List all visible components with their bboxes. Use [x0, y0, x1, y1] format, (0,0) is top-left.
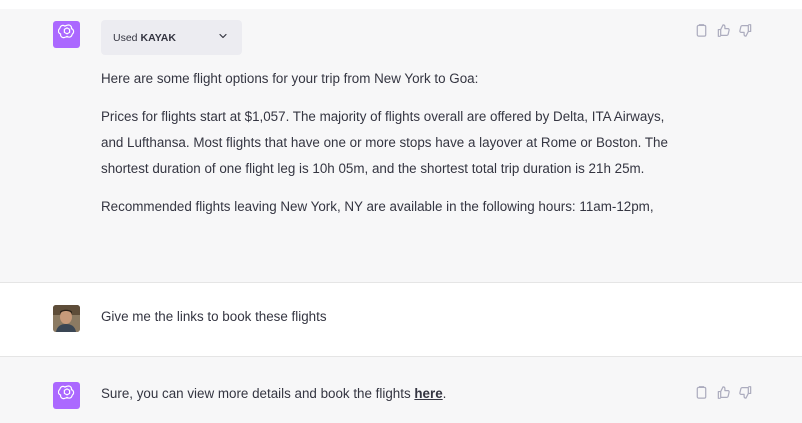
- clipboard-icon[interactable]: [694, 385, 709, 400]
- message-text: Give me the links to book these flights: [101, 309, 327, 324]
- openai-logo-icon: [57, 384, 76, 407]
- openai-logo-icon: [57, 23, 76, 46]
- message-paragraph: Recommended flights leaving New York, NY…: [101, 199, 654, 214]
- assistant-avatar: [53, 21, 80, 48]
- chevron-down-icon: [218, 31, 228, 44]
- thumbs-up-icon[interactable]: [716, 385, 731, 400]
- plugin-name: KAYAK: [140, 31, 176, 44]
- plugin-used-label: Used: [113, 31, 138, 44]
- thumbs-down-icon[interactable]: [738, 385, 753, 400]
- message-paragraph: Prices for flights start at $1,057. The …: [101, 109, 668, 176]
- message-actions: [694, 385, 753, 400]
- user-message-body: Give me the links to book these flights: [101, 304, 701, 330]
- assistant-message: Sure, you can view more details and book…: [0, 356, 802, 423]
- message-paragraph: Here are some flight options for your tr…: [101, 71, 479, 86]
- assistant-message-body: Here are some flight options for your tr…: [101, 66, 701, 220]
- message-actions: [694, 23, 753, 38]
- user-avatar: [53, 305, 80, 332]
- plugin-used-dropdown[interactable]: Used KAYAK: [101, 20, 242, 55]
- thumbs-down-icon[interactable]: [738, 23, 753, 38]
- booking-link[interactable]: here: [414, 386, 442, 401]
- message-text-after: .: [442, 386, 447, 401]
- thumbs-up-icon[interactable]: [716, 23, 731, 38]
- clipboard-icon[interactable]: [694, 23, 709, 38]
- user-message: Give me the links to book these flights: [0, 282, 802, 356]
- assistant-avatar: [53, 382, 80, 409]
- message-text-before: Sure, you can view more details and book…: [101, 386, 415, 401]
- assistant-message: Used KAYAK Here are some flight options …: [0, 9, 802, 282]
- assistant-message-body: Sure, you can view more details and book…: [101, 381, 701, 407]
- chat-thread: Used KAYAK Here are some flight options …: [0, 0, 802, 423]
- message-text: Sure, you can view more details and book…: [101, 381, 701, 407]
